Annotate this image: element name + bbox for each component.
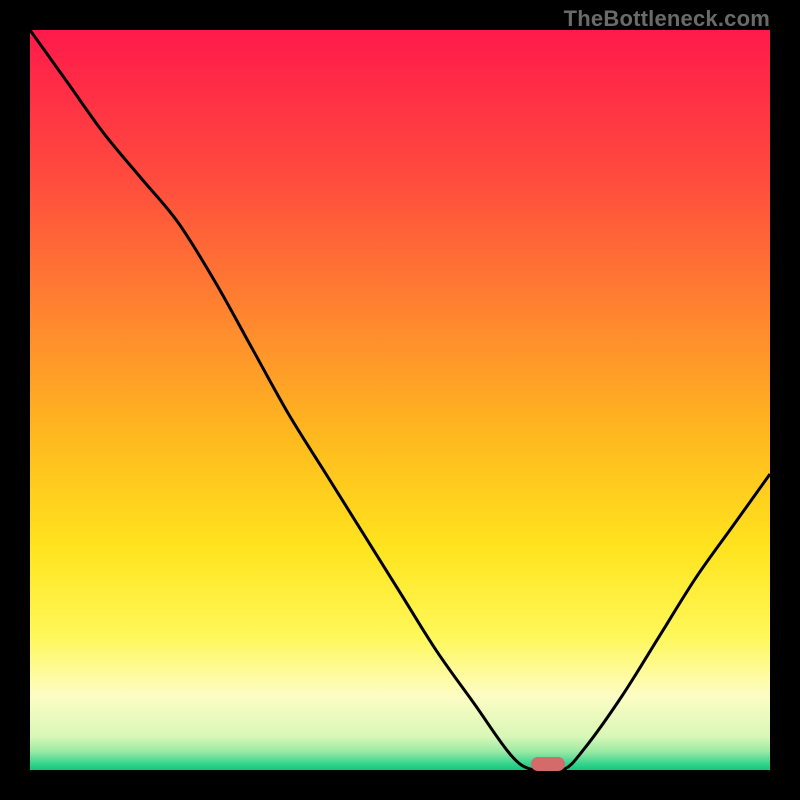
chart-frame: { "watermark": "TheBottleneck.com", "col… xyxy=(0,0,800,800)
gradient-background xyxy=(30,30,770,770)
optimal-point-marker xyxy=(531,757,565,771)
bottleneck-chart xyxy=(30,30,770,770)
watermark-text: TheBottleneck.com xyxy=(564,6,770,32)
